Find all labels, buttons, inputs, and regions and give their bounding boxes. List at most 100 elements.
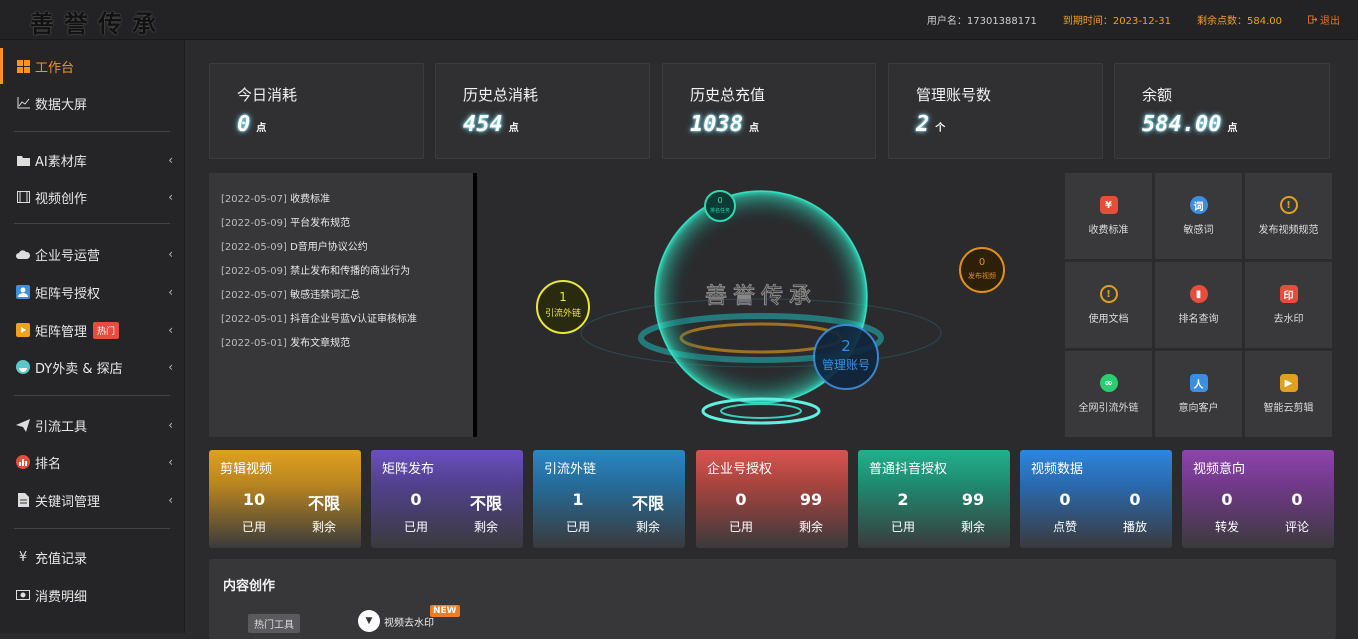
bubble-manage-account[interactable]: 2 管理账号: [813, 324, 879, 390]
card-unit: 点: [256, 123, 267, 134]
sidebar-item-dashboard[interactable]: 数据大屏: [0, 85, 185, 121]
sidebar-item-traffic-tools[interactable]: 引流工具 ‹: [0, 407, 185, 443]
card-number: 584.00: [1142, 112, 1222, 137]
stat-label: 评论: [1284, 520, 1309, 534]
notice-date: [2022-05-01]: [221, 338, 287, 349]
stat-video-intent[interactable]: 视频意向 0 0 转发 评论: [1182, 450, 1334, 548]
sidebar-item-enterprise-ops[interactable]: 企业号运营 ‹: [0, 236, 185, 272]
quick-link-label: 收费标准: [1088, 225, 1129, 236]
stat-title: 矩阵发布: [382, 462, 435, 477]
card-unit: 点: [1227, 123, 1238, 134]
quick-link-docs[interactable]: ! 使用文档: [1065, 262, 1152, 348]
tool-remove-watermark[interactable]: ▼ 视频去水印: [358, 610, 434, 632]
card-today-consumption: 今日消耗 0点: [209, 63, 424, 159]
notice-item[interactable]: [2022-05-09] 平台发布规范: [221, 214, 350, 229]
stat-traffic-link[interactable]: 引流外链 1 不限 已用 剩余: [533, 450, 685, 548]
card-number: 454: [463, 112, 503, 137]
notice-title: 敏感违禁词汇总: [290, 290, 361, 301]
card-label: 余额: [1142, 86, 1173, 104]
quick-link-pricing[interactable]: ¥ 收费标准: [1065, 173, 1152, 259]
user-card-icon: [16, 285, 30, 299]
notice-item[interactable]: [2022-05-07] 收费标准: [221, 190, 330, 205]
chevron-left-icon: ‹: [168, 323, 173, 337]
bubble-publish-video[interactable]: 0 发布视频: [959, 247, 1005, 293]
stat-edit-video[interactable]: 剪辑视频 10 不限 已用 剩余: [209, 450, 361, 548]
stat-value: 0: [1059, 490, 1071, 509]
sidebar-item-label: DY外卖 & 探店: [35, 361, 123, 377]
sidebar-item-dy-takeout[interactable]: DY外卖 & 探店 ‹: [0, 349, 185, 385]
stat-label: 播放: [1122, 520, 1147, 534]
svg-text:1: 1: [559, 290, 567, 304]
quick-link-label: 排名查询: [1178, 314, 1219, 325]
quick-link-leads[interactable]: 人 意向客户: [1155, 351, 1242, 437]
sidebar-item-matrix-manage[interactable]: 矩阵管理 热门 ‹: [0, 312, 185, 348]
notice-date: [2022-05-09]: [221, 242, 287, 253]
stat-value: 不限: [631, 494, 664, 513]
sidebar-item-label: 矩阵号授权: [35, 286, 101, 302]
quick-link-sensitive-words[interactable]: 词 敏感词: [1155, 173, 1242, 259]
new-badge: NEW: [430, 605, 460, 617]
sidebar-item-ai-library[interactable]: AI素材库 ‹: [0, 142, 185, 178]
card-label: 历史总充值: [690, 86, 766, 104]
logout-button[interactable]: 退出: [1308, 12, 1340, 27]
sidebar-item-matrix-auth[interactable]: 矩阵号授权 ‹: [0, 274, 185, 310]
notice-item[interactable]: [2022-05-09] 禁止发布和传播的商业行为: [221, 262, 410, 277]
bubble-ranking-task[interactable]: 0 排名任务: [704, 190, 736, 222]
notice-date: [2022-05-01]: [221, 314, 287, 325]
shield-icon: 词: [1189, 196, 1208, 214]
quick-link-publish-rules[interactable]: ! 发布视频规范: [1245, 173, 1332, 259]
notice-panel: [2022-05-07] 收费标准 [2022-05-09] 平台发布规范 [2…: [209, 173, 477, 437]
stat-video-data[interactable]: 视频数据 0 0 点赞 播放: [1020, 450, 1172, 548]
quick-link-remove-watermark[interactable]: 印 去水印: [1245, 262, 1332, 348]
svg-text:0: 0: [717, 196, 722, 205]
sidebar-item-label: 企业号运营: [35, 248, 101, 264]
sidebar-item-video-creation[interactable]: 视频创作 ‹: [0, 179, 185, 215]
chevron-left-icon: ‹: [168, 493, 173, 507]
card-label: 今日消耗: [237, 86, 298, 104]
video-icon: ▶: [1279, 374, 1298, 392]
bubble-traffic-link[interactable]: 1 引流外链: [536, 280, 590, 334]
quick-link-cloud-edit[interactable]: ▶ 智能云剪辑: [1245, 351, 1332, 437]
bar-icon: [16, 455, 30, 469]
notice-title: 收费标准: [290, 194, 331, 205]
quick-link-external-links[interactable]: ∞ 全网引流外链: [1065, 351, 1152, 437]
sidebar-item-consumption[interactable]: 消费明细: [0, 577, 185, 613]
card-value: 584.00 点: [1142, 112, 1237, 137]
notice-date: [2022-05-07]: [221, 194, 287, 205]
stat-value: 2: [897, 490, 909, 509]
stat-value: 99: [799, 490, 823, 509]
svg-text:引流外链: 引流外链: [545, 307, 581, 319]
sidebar-item-recharge[interactable]: ¥ 充值记录: [0, 539, 185, 575]
stat-value: 0: [1221, 490, 1233, 509]
quick-link-rank-query[interactable]: ▮ 排名查询: [1155, 262, 1242, 348]
chevron-left-icon: ‹: [168, 247, 173, 261]
stat-douyin-auth[interactable]: 普通抖音授权 2 99 已用 剩余: [858, 450, 1010, 548]
logout-icon: [1308, 15, 1317, 24]
logout-label: 退出: [1320, 16, 1340, 27]
stat-enterprise-auth[interactable]: 企业号授权 0 99 已用 剩余: [696, 450, 848, 548]
stat-matrix-publish[interactable]: 矩阵发布 0 不限 已用 剩余: [371, 450, 523, 548]
notice-item[interactable]: [2022-05-01] 发布文章规范: [221, 334, 350, 349]
card-unit: 个: [935, 123, 946, 134]
sidebar-item-workbench[interactable]: 工作台: [0, 48, 185, 84]
stat-label: 剩余: [311, 520, 336, 534]
play-icon: [16, 323, 30, 337]
globe-center-text: 善誉传承: [705, 283, 817, 309]
chevron-left-icon: ‹: [168, 418, 173, 432]
sidebar-item-keywords[interactable]: 关键词管理 ‹: [0, 482, 185, 518]
card-value: 1038 点: [690, 112, 759, 137]
stat-value: 1: [572, 490, 584, 509]
notice-item[interactable]: [2022-05-07] 敏感违禁词汇总: [221, 286, 360, 301]
notice-item[interactable]: [2022-05-01] 抖音企业号蓝V认证审核标准: [221, 310, 417, 325]
notice-title: 发布文章规范: [290, 338, 351, 349]
stat-label: 已用: [890, 520, 915, 534]
notice-item[interactable]: [2022-05-09] D音用户协议公约: [221, 238, 368, 253]
card-unit: 点: [508, 123, 519, 134]
quick-link-label: 去水印: [1273, 314, 1304, 325]
sidebar-item-ranking[interactable]: 排名 ‹: [0, 444, 185, 480]
svg-text:发布视频: 发布视频: [968, 271, 996, 280]
chevron-left-icon: ‹: [168, 190, 173, 204]
notice-date: [2022-05-09]: [221, 266, 287, 277]
stat-label: 剩余: [798, 520, 823, 534]
hot-tools-tag: 热门工具: [248, 614, 300, 633]
